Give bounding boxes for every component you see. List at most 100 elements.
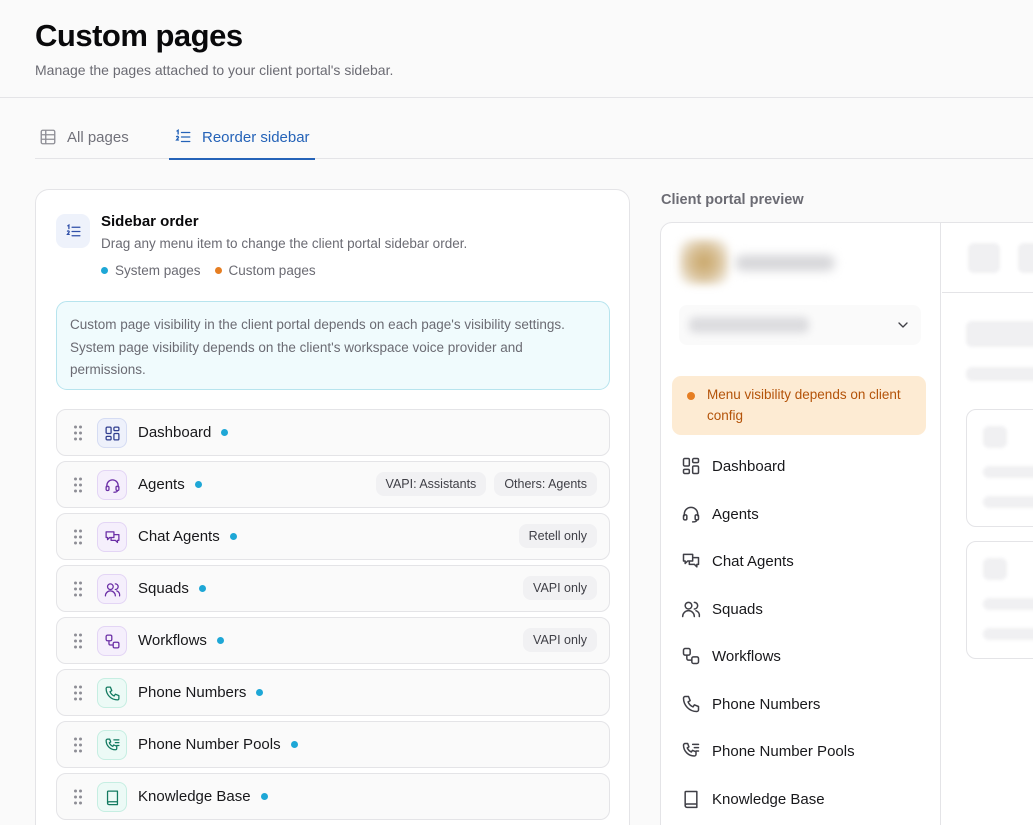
item-label: Chat Agents bbox=[138, 528, 220, 545]
workspace-logo bbox=[679, 239, 729, 285]
tab-label: All pages bbox=[67, 128, 129, 146]
custom-dot bbox=[214, 267, 222, 274]
provider-badge: Retell only bbox=[518, 524, 597, 548]
sortable-item-squads[interactable]: Squads VAPI only bbox=[56, 565, 610, 612]
preview-item-phone-numbers[interactable]: Phone Numbers bbox=[681, 689, 820, 719]
item-label-wrap: Phone Numbers bbox=[138, 684, 264, 701]
skeleton-block bbox=[983, 466, 1033, 478]
item-label-wrap: Knowledge Base bbox=[138, 788, 268, 805]
layout-grid-icon bbox=[97, 418, 127, 448]
legend-system: System pages bbox=[101, 263, 201, 278]
users-icon bbox=[97, 574, 127, 604]
workspace-name-blurred bbox=[735, 255, 835, 271]
visibility-info: Custom page visibility in the client por… bbox=[56, 301, 610, 390]
legend: System pages Custom pages bbox=[101, 263, 316, 278]
drag-handle-icon[interactable] bbox=[73, 529, 83, 545]
provider-badge: VAPI only bbox=[523, 628, 597, 652]
preview-item-label: Chat Agents bbox=[712, 552, 794, 570]
sortable-item-dashboard[interactable]: Dashboard bbox=[56, 409, 610, 456]
workflow-icon bbox=[681, 646, 701, 666]
preview-item-label: Dashboard bbox=[712, 457, 786, 475]
preview-item-phone-number-pools[interactable]: Phone Number Pools bbox=[681, 736, 855, 766]
provider-badge: Others: Agents bbox=[494, 472, 597, 496]
drag-handle-icon[interactable] bbox=[73, 633, 83, 649]
select-value-blurred bbox=[689, 317, 809, 333]
sidebar-order-card: Sidebar order Drag any menu item to chan… bbox=[35, 189, 630, 825]
card-title: Sidebar order bbox=[101, 213, 199, 230]
skeleton-block bbox=[1018, 243, 1033, 273]
page-title: Custom pages bbox=[35, 18, 243, 53]
item-label: Agents bbox=[138, 476, 185, 493]
legend-custom: Custom pages bbox=[214, 263, 316, 278]
item-label: Phone Numbers bbox=[138, 684, 247, 701]
skeleton-card bbox=[966, 541, 1033, 659]
drag-handle-icon[interactable] bbox=[73, 737, 83, 753]
provider-badge: VAPI: Assistants bbox=[375, 472, 487, 496]
drag-handle-icon[interactable] bbox=[73, 685, 83, 701]
skeleton-block bbox=[966, 321, 1033, 347]
preview-item-label: Agents bbox=[712, 505, 759, 523]
phone-list-icon bbox=[97, 730, 127, 760]
list-ordered-icon bbox=[56, 214, 90, 248]
warning-text: Menu visibility depends on client config bbox=[707, 387, 901, 423]
phone-icon bbox=[681, 694, 701, 714]
tab-label: Reorder sidebar bbox=[202, 128, 310, 146]
item-label: Squads bbox=[138, 580, 189, 597]
skeleton-block bbox=[983, 426, 1007, 448]
sortable-item-knowledge-base[interactable]: Knowledge Base bbox=[56, 773, 610, 820]
chevron-down-icon bbox=[898, 322, 908, 328]
book-icon bbox=[97, 782, 127, 812]
list-ordered-icon bbox=[174, 128, 192, 146]
tab-reorder-sidebar[interactable]: Reorder sidebar bbox=[169, 115, 315, 160]
skeleton-block bbox=[983, 628, 1033, 640]
preview-item-dashboard[interactable]: Dashboard bbox=[681, 451, 785, 481]
item-label-wrap: Dashboard bbox=[138, 424, 229, 441]
item-label-wrap: Agents bbox=[138, 476, 202, 493]
item-label-wrap: Squads bbox=[138, 580, 206, 597]
system-dot bbox=[198, 585, 206, 592]
preview-topbar bbox=[942, 223, 1033, 293]
users-icon bbox=[681, 599, 701, 619]
item-label-wrap: Workflows bbox=[138, 632, 224, 649]
client-portal-preview: Menu visibility depends on client config… bbox=[660, 222, 1033, 825]
sortable-item-workflows[interactable]: Workflows VAPI only bbox=[56, 617, 610, 664]
sortable-item-phone-number-pools[interactable]: Phone Number Pools bbox=[56, 721, 610, 768]
system-dot bbox=[290, 741, 298, 748]
page-header: Custom pages Manage the pages attached t… bbox=[0, 0, 1033, 98]
skeleton-block bbox=[968, 243, 1000, 273]
phone-list-icon bbox=[681, 741, 701, 761]
preview-main-area bbox=[942, 223, 1033, 825]
system-dot bbox=[229, 533, 237, 540]
drag-handle-icon[interactable] bbox=[73, 477, 83, 493]
preview-item-workflows[interactable]: Workflows bbox=[681, 641, 781, 671]
badges: VAPI only bbox=[523, 576, 597, 600]
skeleton-card bbox=[966, 409, 1033, 527]
headset-icon bbox=[97, 470, 127, 500]
drag-handle-icon[interactable] bbox=[73, 789, 83, 805]
drag-handle-icon[interactable] bbox=[73, 581, 83, 597]
item-label: Knowledge Base bbox=[138, 788, 251, 805]
preview-item-chat-agents[interactable]: Chat Agents bbox=[681, 546, 794, 576]
layout-grid-icon bbox=[681, 456, 701, 476]
item-label: Workflows bbox=[138, 632, 207, 649]
tab-all-pages[interactable]: All pages bbox=[39, 115, 129, 159]
sortable-item-chat-agents[interactable]: Chat Agents Retell only bbox=[56, 513, 610, 560]
workspace-select[interactable] bbox=[679, 305, 921, 345]
system-dot bbox=[256, 689, 264, 696]
preview-item-agents[interactable]: Agents bbox=[681, 499, 759, 529]
sortable-item-agents[interactable]: Agents VAPI: Assistants Others: Agents bbox=[56, 461, 610, 508]
headset-icon bbox=[681, 504, 701, 524]
badges: Retell only bbox=[518, 524, 597, 548]
drag-handle-icon[interactable] bbox=[73, 425, 83, 441]
item-label: Phone Number Pools bbox=[138, 736, 281, 753]
sortable-item-phone-numbers[interactable]: Phone Numbers bbox=[56, 669, 610, 716]
item-label-wrap: Chat Agents bbox=[138, 528, 237, 545]
badges: VAPI: Assistants Others: Agents bbox=[375, 472, 597, 496]
workflow-icon bbox=[97, 626, 127, 656]
preview-item-knowledge-base[interactable]: Knowledge Base bbox=[681, 784, 825, 814]
warning-dot bbox=[687, 392, 695, 400]
legend-label: System pages bbox=[115, 263, 201, 278]
system-dot bbox=[260, 793, 268, 800]
preview-item-squads[interactable]: Squads bbox=[681, 594, 763, 624]
item-label-wrap: Phone Number Pools bbox=[138, 736, 298, 753]
